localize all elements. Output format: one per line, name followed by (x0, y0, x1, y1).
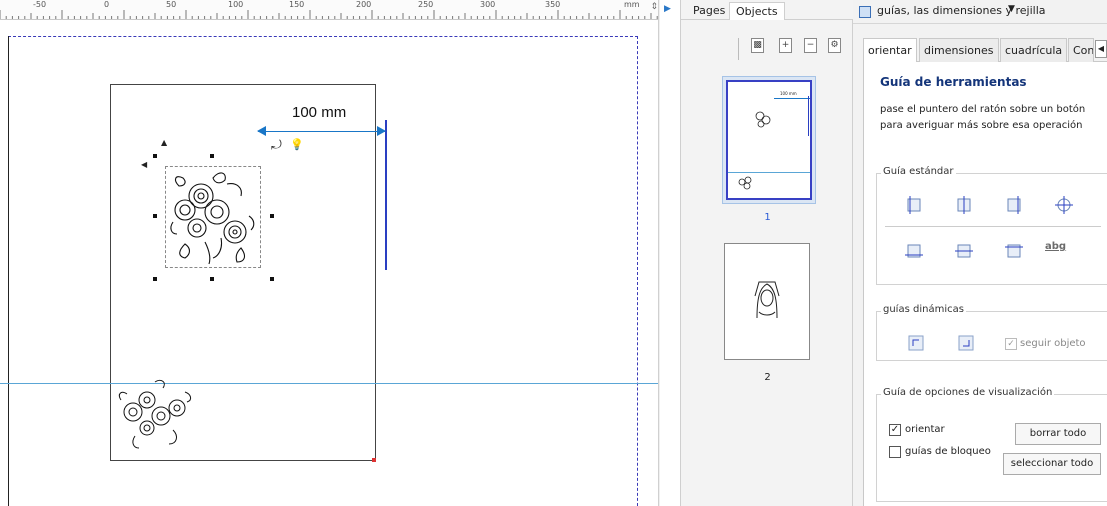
ruler-label: 300 (480, 0, 496, 9)
page-thumbnail-2[interactable] (724, 243, 810, 360)
dynamic-guide-remove-icon[interactable] (957, 334, 975, 352)
remove-page-icon[interactable]: − (804, 38, 817, 53)
ruler-label: 0 (104, 0, 110, 9)
resize-handle[interactable] (153, 154, 157, 158)
ruler-label: 50 (166, 0, 177, 9)
dynamic-guide-add-icon[interactable] (907, 334, 925, 352)
toolbar-separator (738, 38, 739, 60)
ruler-label: 100 (228, 0, 244, 9)
add-page-icon[interactable]: + (779, 38, 792, 53)
lightbulb-icon: 💡 (290, 138, 304, 151)
lock-guides-checkbox[interactable] (889, 446, 901, 458)
tab-cuadricula[interactable]: cuadrícula (1000, 38, 1067, 62)
flower-image[interactable] (115, 378, 195, 450)
resize-handle[interactable] (153, 277, 157, 281)
section-divider (885, 226, 1101, 227)
tab-orientar[interactable]: orientar (863, 38, 917, 63)
tool-guide-title: Guía de herramientas (880, 75, 1027, 89)
tab-scroll-left-icon[interactable]: ◀ (1095, 40, 1107, 58)
guides-panel: guías, las dimensiones y rejilla ▼ orien… (853, 0, 1107, 506)
select-all-button[interactable]: seleccionar todo (1003, 453, 1101, 475)
canvas-edge (8, 36, 9, 506)
background-icon[interactable]: ▩ (751, 38, 764, 53)
tab-pages[interactable]: Pages (687, 2, 731, 20)
tab-objects[interactable]: Objects (729, 2, 785, 20)
tab-dimensiones[interactable]: dimensiones (919, 38, 999, 62)
guide-right-icon[interactable] (1005, 196, 1023, 214)
standard-guide-section: Guía estándar abg (876, 166, 1107, 285)
page-thumbnail-1[interactable]: 100 mm (726, 80, 812, 200)
resize-handle[interactable] (270, 214, 274, 218)
lock-guides-label: guías de bloqueo (905, 446, 991, 457)
measurement-line (258, 131, 385, 132)
ruler-label: 350 (545, 0, 561, 9)
panel-collapse-icon[interactable]: ▶ (664, 4, 671, 14)
measurement-arrow-right (377, 126, 386, 136)
dynamic-guides-section: guías dinámicas ✓ seguir objeto (876, 304, 1107, 361)
thumb-measure-line (774, 98, 810, 99)
resize-handle[interactable] (153, 214, 157, 218)
vertical-scrollbar[interactable]: ▲ (658, 0, 660, 506)
page-settings-icon[interactable]: ⚙ (828, 38, 841, 53)
pages-panel-tabs: Pages Objects (681, 0, 854, 20)
selection-bounding-box (165, 166, 261, 268)
thumb-portrait (754, 281, 780, 319)
ruler-label: -50 (33, 0, 47, 9)
ruler-scroll-icon[interactable]: ⇕ (650, 2, 658, 12)
thumb-flower (738, 176, 752, 190)
ruler-ticks (0, 10, 658, 19)
measurement-label: 100 mm (292, 104, 347, 121)
section-title: guías dinámicas (881, 304, 966, 315)
thumb-flower (755, 111, 771, 128)
guide-top-icon[interactable] (1005, 242, 1023, 260)
ruler-unit: mm (624, 0, 640, 9)
horizontal-guide[interactable] (0, 383, 660, 384)
measurement-arrow-left (257, 126, 266, 136)
guide-center-h-icon[interactable] (955, 242, 973, 260)
resize-handle[interactable] (210, 154, 214, 158)
baseline-guide-button[interactable]: abg (1045, 241, 1066, 252)
guide-crosshair-icon[interactable] (1055, 196, 1073, 214)
horizontal-ruler[interactable]: -50 0 50 100 150 200 250 300 350 mm ⇕ (0, 0, 660, 20)
rotate-handle-icon[interactable]: ⤾ (271, 138, 282, 153)
clear-all-button[interactable]: borrar todo (1015, 423, 1101, 445)
guides-panel-icon (859, 6, 871, 18)
page-number-1: 1 (764, 212, 771, 223)
tab-conf[interactable]: Conf (1068, 38, 1094, 62)
section-title: Guía estándar (881, 166, 956, 177)
dropdown-caret-icon[interactable]: ▼ (1008, 4, 1015, 14)
resize-handle[interactable] (270, 277, 274, 281)
pages-panel: Pages Objects ▩ + − ⚙ 100 mm 1 2 (680, 0, 854, 506)
follow-object-checkbox[interactable]: ✓ (1005, 338, 1017, 350)
skew-handle-icon[interactable]: ◀ (141, 160, 147, 169)
guides-panel-header[interactable]: guías, las dimensiones y rejilla ▼ (853, 0, 1107, 24)
orient-checkbox[interactable]: ✓ (889, 424, 901, 436)
orient-label: orientar (905, 424, 945, 435)
resize-handle[interactable] (210, 277, 214, 281)
ruler-label: 250 (418, 0, 434, 9)
ruler-label: 150 (289, 0, 305, 9)
editor-window: -50 0 50 100 150 200 250 300 350 mm ⇕ 10… (0, 0, 1107, 506)
document-canvas[interactable]: -50 0 50 100 150 200 250 300 350 mm ⇕ 10… (0, 0, 660, 506)
thumb-measure-label: 100 mm (780, 91, 797, 96)
follow-object-label: seguir objeto (1020, 338, 1086, 349)
page-number-2: 2 (764, 372, 771, 383)
guides-tabs: orientar dimensiones cuadrícula Conf ◀ (863, 38, 1107, 63)
guides-panel-title[interactable]: guías, las dimensiones y rejilla (877, 4, 1046, 17)
visibility-options-section: Guía de opciones de visualización ✓ orie… (876, 387, 1107, 502)
tool-guide-description: pase el puntero del ratón sobre un botón… (880, 104, 1086, 131)
guide-bottom-icon[interactable] (905, 242, 923, 260)
guide-left-icon[interactable] (905, 196, 923, 214)
thumb-guide (808, 96, 809, 136)
ruler-label: 200 (356, 0, 372, 9)
section-title: Guía de opciones de visualización (881, 387, 1055, 398)
skew-handle-icon[interactable]: ▲ (161, 138, 167, 147)
pages-toolbar: ▩ + − ⚙ (681, 30, 854, 62)
guide-center-v-icon[interactable] (955, 196, 973, 214)
thumb-h-guide (728, 172, 810, 173)
page-corner-marker (372, 458, 376, 462)
guides-content: Guía de herramientas pase el puntero del… (863, 62, 1107, 506)
vertical-guide[interactable] (385, 120, 387, 270)
